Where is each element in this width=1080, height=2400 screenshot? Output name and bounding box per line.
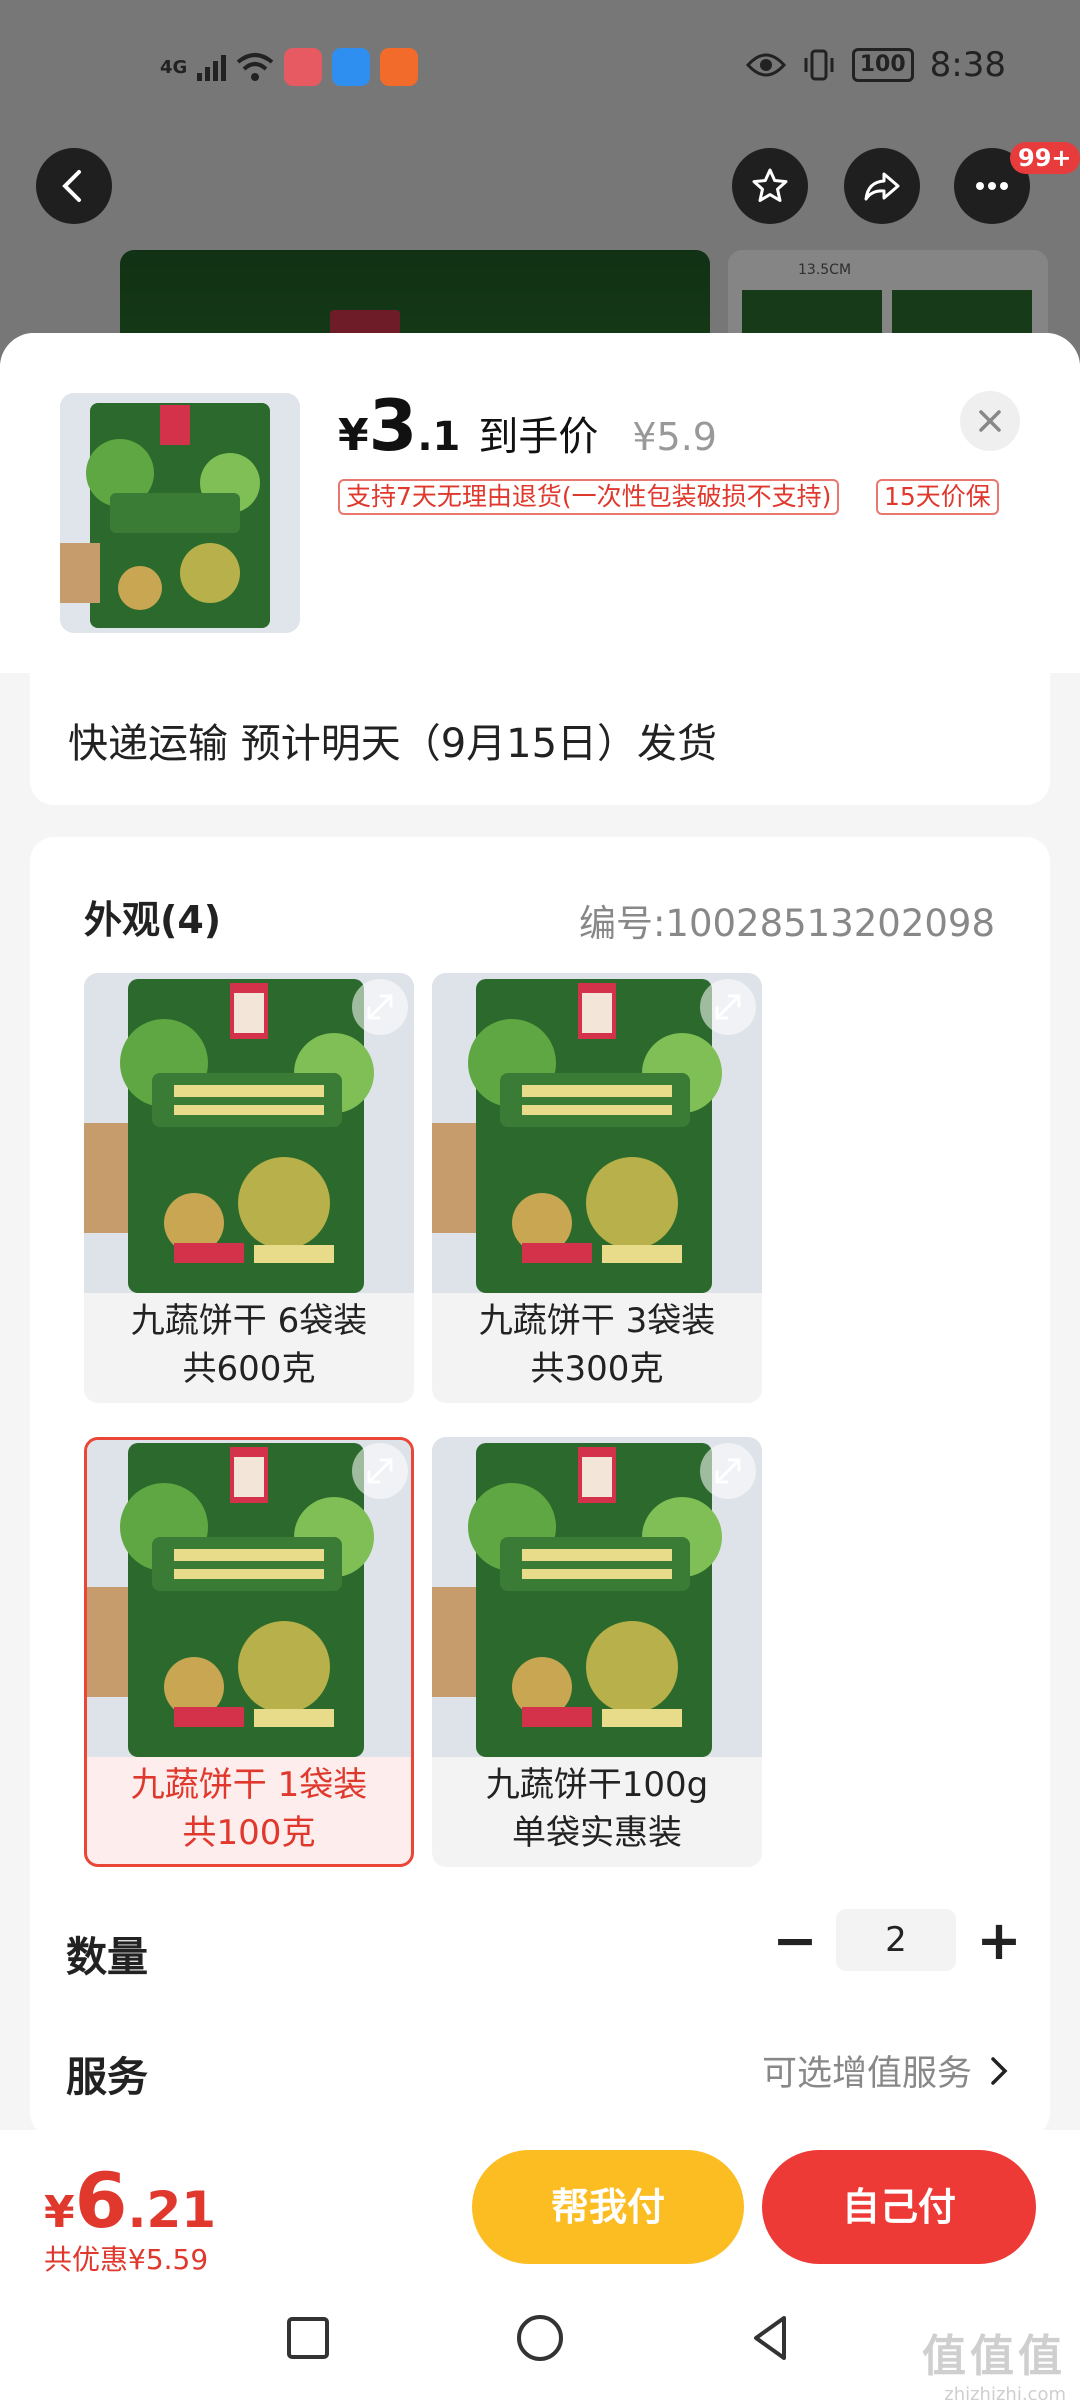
chevron-left-icon <box>62 170 81 202</box>
variant-label: 九蔬饼干 1袋装 共100克 <box>87 1761 411 1857</box>
variant-option[interactable]: 九蔬饼干100g 单袋实惠装 <box>432 1437 762 1867</box>
variant-image <box>87 1440 411 1757</box>
variant-label-line1: 九蔬饼干 1袋装 <box>130 1765 368 1805</box>
total-integer: 6 <box>74 2156 128 2245</box>
product-thumbnail[interactable] <box>60 393 300 633</box>
network-type: 4G <box>160 56 188 78</box>
wifi-icon <box>237 53 274 81</box>
status-bar: 4G 100 8:38 <box>0 0 1080 130</box>
quantity-label: 数量 <box>66 1933 148 1981</box>
app-store-icon <box>380 48 419 86</box>
price-symbol: ¥ <box>338 410 369 461</box>
total-price: ¥ 6 .21 <box>44 2156 216 2245</box>
variant-label-line1: 九蔬饼干100g <box>485 1765 709 1805</box>
huawei-app-icon <box>284 48 323 86</box>
service-label: 服务 <box>66 2053 148 2101</box>
home-icon[interactable] <box>510 2308 570 2368</box>
star-icon <box>752 168 788 202</box>
watermark-url: zhizhizhi.com <box>944 2384 1066 2400</box>
discount-text: 共优惠¥5.59 <box>44 2243 209 2276</box>
variant-label-line2: 单袋实惠装 <box>512 1813 682 1853</box>
price-integer: 3 <box>368 385 418 467</box>
return-policy-tag: 支持7天无理由退货(一次性包装破损不支持) <box>338 479 840 515</box>
site-watermark: 值值值 zhizhizhi.com <box>922 2320 1066 2400</box>
total-decimal: .21 <box>127 2181 217 2239</box>
shipping-estimate: 快递运输 预计明天（9月15日）发货 <box>68 721 718 767</box>
total-symbol: ¥ <box>44 2187 75 2238</box>
recents-icon[interactable] <box>278 2308 338 2368</box>
variant-label: 九蔬饼干 6袋装 共600克 <box>84 1297 414 1393</box>
sheet-header: ¥ 3 .1 到手价 ¥5.9 支持7天无理由退货(一次性包装破损不支持) 15… <box>0 333 1080 673</box>
variant-label: 九蔬饼干100g 单袋实惠装 <box>432 1761 762 1857</box>
variant-card: 外观(4) 编号:10028513202098 九蔬饼干 6袋装 共600克 九… <box>30 837 1050 2137</box>
variant-section-title: 外观(4) <box>84 898 222 942</box>
vibrate-icon <box>804 49 834 81</box>
price-row: ¥ 3 .1 到手价 ¥5.9 <box>338 385 717 467</box>
favorite-button[interactable] <box>732 148 808 224</box>
variant-image <box>84 973 414 1293</box>
value-added-service-link[interactable]: 可选增值服务 <box>762 2045 1008 2096</box>
price-decimal: .1 <box>417 414 461 460</box>
variant-label-line1: 九蔬饼干 6袋装 <box>130 1301 368 1341</box>
checkout-bar: ¥ 6 .21 共优惠¥5.59 帮我付 自己付 <box>0 2130 1080 2280</box>
variant-image <box>432 973 762 1293</box>
sku-number: 编号:10028513202098 <box>578 902 995 945</box>
variant-label-line2: 共100克 <box>182 1813 316 1853</box>
signal-icon <box>197 53 227 81</box>
back-nav-icon[interactable] <box>742 2308 802 2368</box>
quantity-increase-button[interactable]: + <box>974 1913 1024 1973</box>
service-link-text: 可选增值服务 <box>761 2054 972 2094</box>
sku-selection-sheet: ¥ 3 .1 到手价 ¥5.9 支持7天无理由退货(一次性包装破损不支持) 15… <box>0 333 1080 2400</box>
pay-myself-button[interactable]: 自己付 <box>762 2150 1036 2264</box>
zoom-icon[interactable] <box>352 1443 408 1499</box>
variant-option[interactable]: 九蔬饼干 1袋装 共100克 <box>84 1437 414 1867</box>
help-me-pay-button[interactable]: 帮我付 <box>472 2150 744 2264</box>
quantity-decrease-button[interactable]: − <box>770 1913 820 1973</box>
variant-option[interactable]: 九蔬饼干 3袋装 共300克 <box>432 973 762 1403</box>
zoom-icon[interactable] <box>352 979 408 1035</box>
shipping-card: 快递运输 预计明天（9月15日）发货 <box>30 673 1050 805</box>
original-price: ¥5.9 <box>632 415 717 459</box>
more-icon <box>976 182 1008 190</box>
watermark-logo-text: 值值值 <box>922 2331 1066 2382</box>
share-button[interactable] <box>844 148 920 224</box>
quantity-input[interactable]: 2 <box>836 1909 956 1971</box>
variant-label-line2: 共600克 <box>182 1349 316 1389</box>
zoom-icon[interactable] <box>700 1443 756 1499</box>
variant-label-line1: 九蔬饼干 3袋装 <box>478 1301 716 1341</box>
price-label: 到手价 <box>478 414 599 460</box>
back-button[interactable] <box>36 148 112 224</box>
variant-option[interactable]: 九蔬饼干 6袋装 共600克 <box>84 973 414 1403</box>
zoom-icon[interactable] <box>700 979 756 1035</box>
system-navigation-bar: 值值值 zhizhizhi.com <box>0 2280 1080 2400</box>
weather-app-icon <box>332 48 371 86</box>
variant-label: 九蔬饼干 3袋装 共300克 <box>432 1297 762 1393</box>
close-button[interactable] <box>960 391 1020 451</box>
battery-indicator: 100 <box>851 48 914 82</box>
share-icon <box>864 172 900 201</box>
close-icon <box>979 410 1001 432</box>
price-protection-tag: 15天价保 <box>876 479 999 515</box>
clock: 8:38 <box>929 45 1006 85</box>
chevron-right-icon <box>991 2056 1008 2085</box>
eye-icon <box>745 53 786 77</box>
notification-badge: 99+ <box>1010 142 1080 174</box>
variant-label-line2: 共300克 <box>530 1349 664 1389</box>
variant-image <box>432 1437 762 1757</box>
